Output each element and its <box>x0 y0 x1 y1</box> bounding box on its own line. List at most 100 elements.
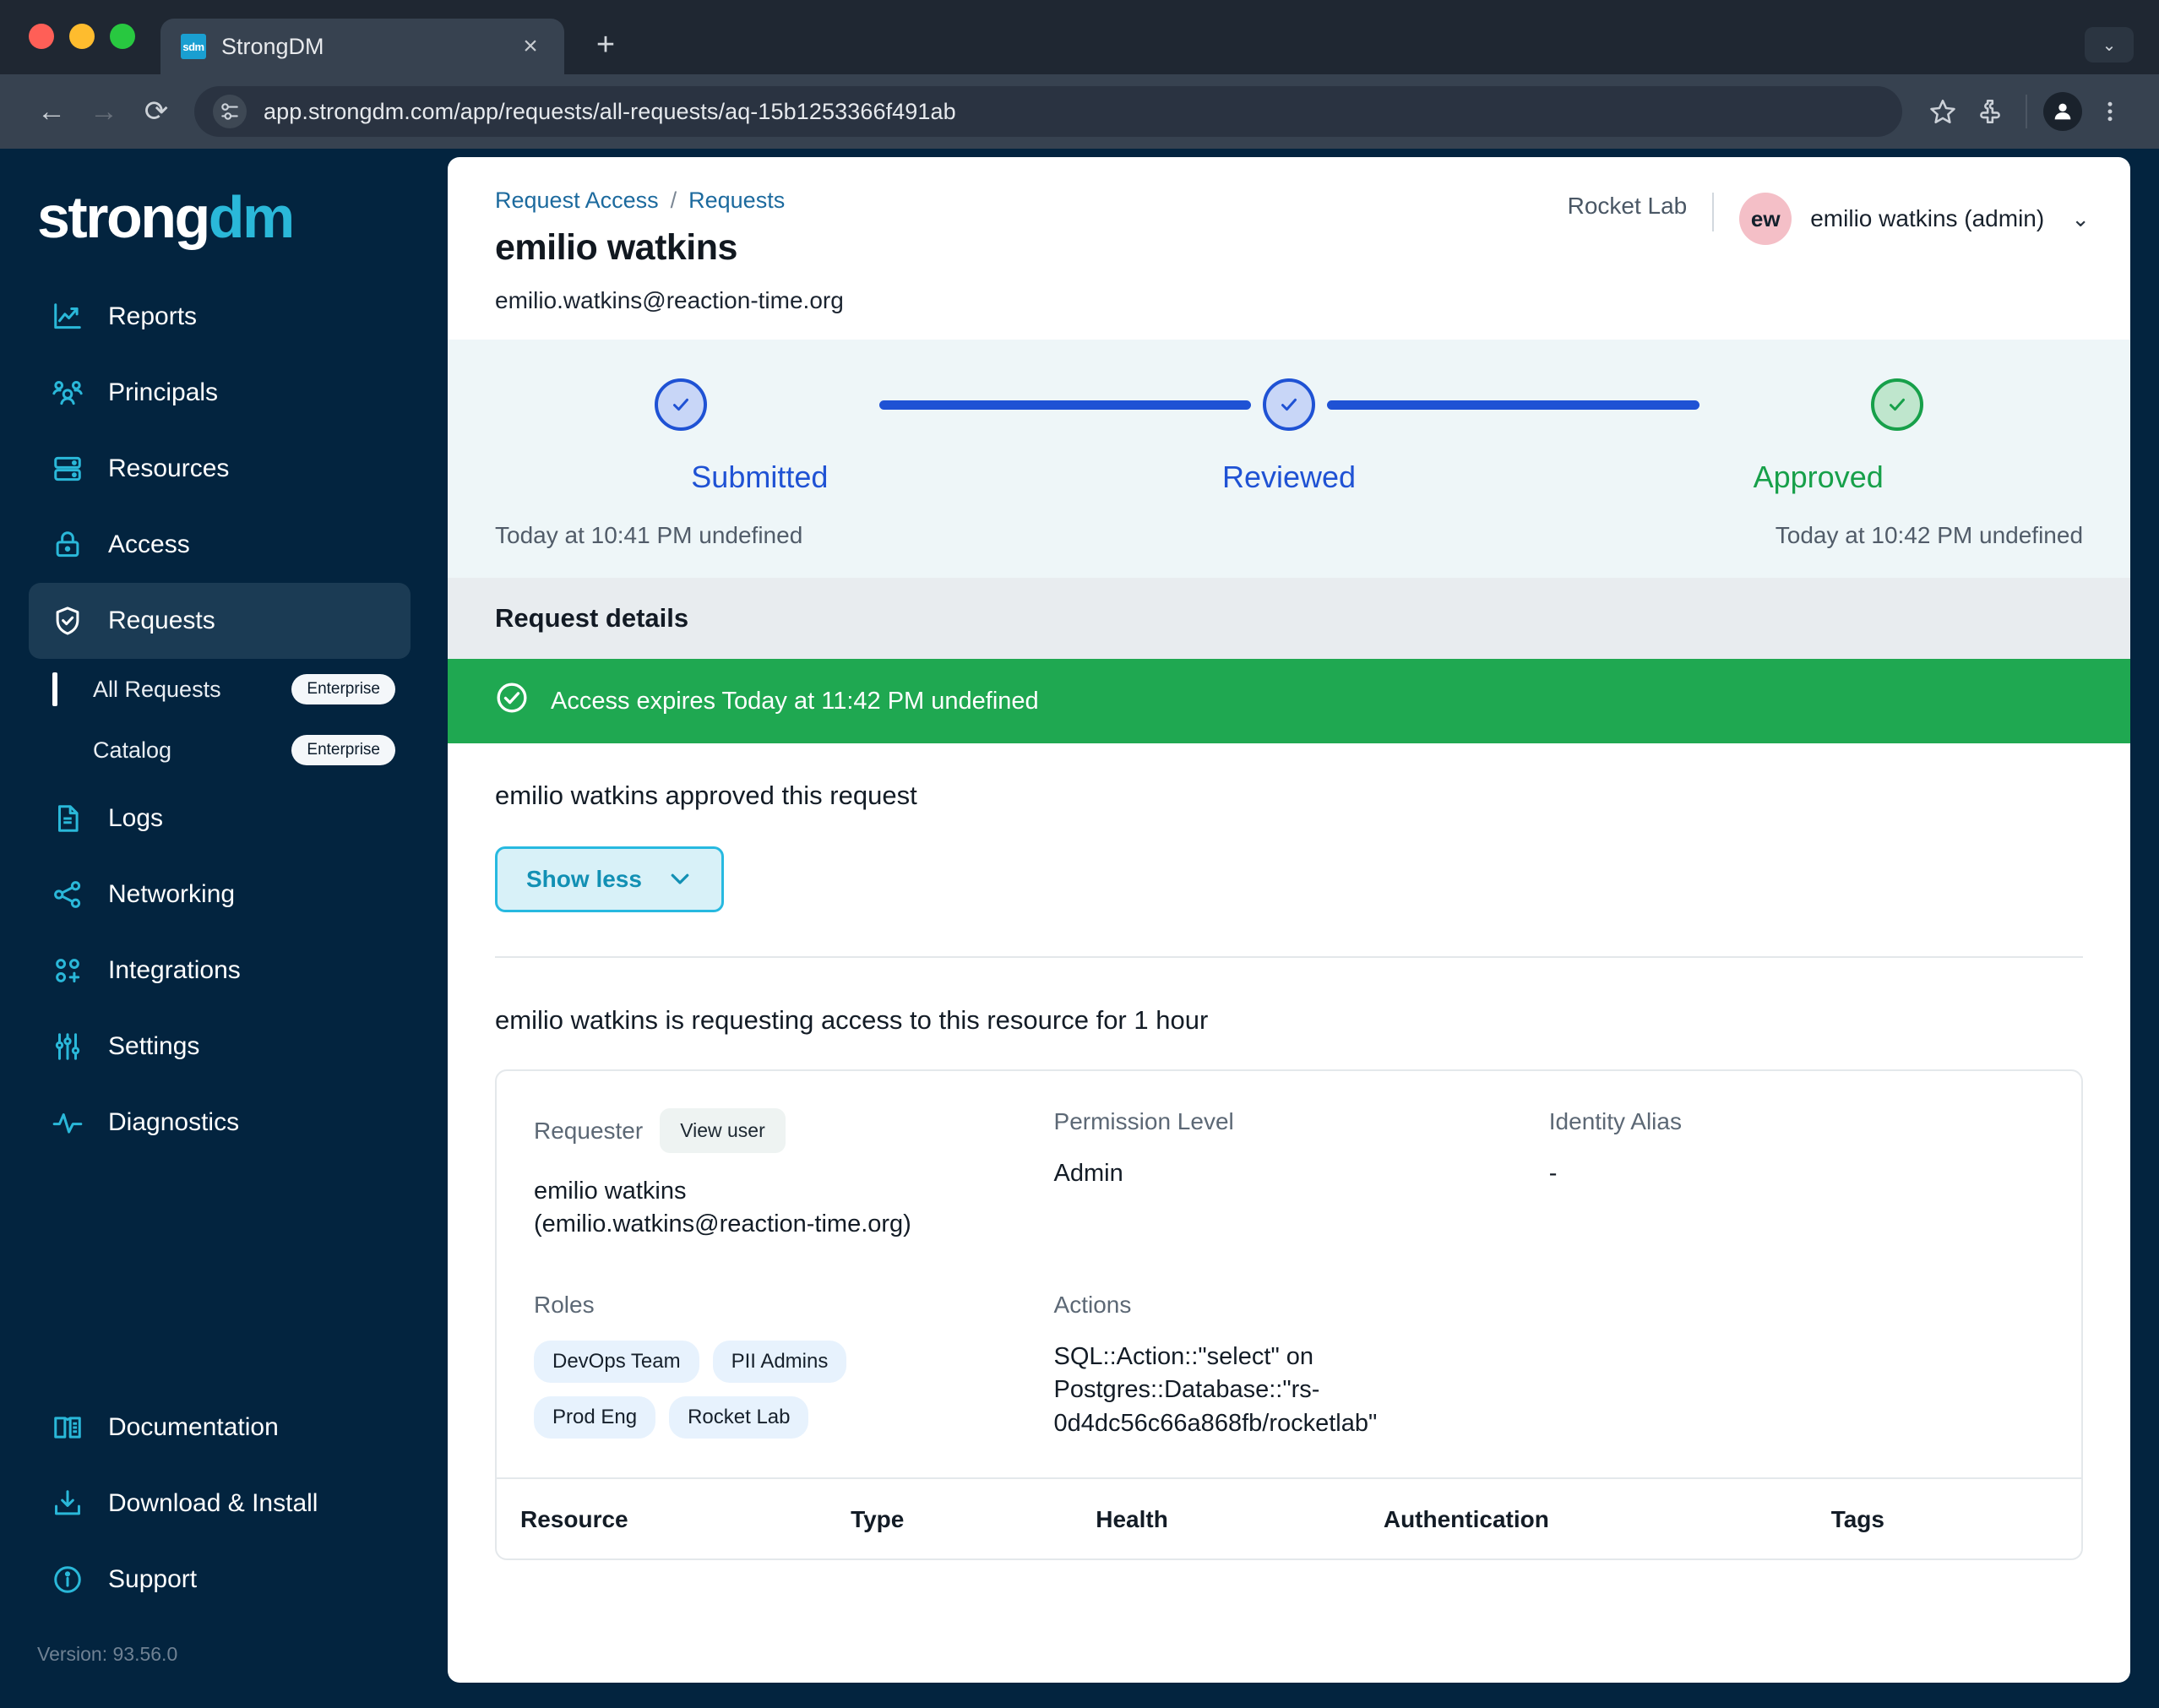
role-pill-list: DevOps Team PII Admins Prod Eng Rocket L… <box>534 1341 973 1439</box>
share-nodes-icon <box>49 878 86 911</box>
close-tab-icon[interactable]: × <box>515 34 546 59</box>
column-header-type[interactable]: Type <box>851 1506 1096 1533</box>
step-connector-2 <box>1327 400 1699 410</box>
sidebar-item-label: Download & Install <box>108 1489 318 1517</box>
sidebar-item-label: Support <box>108 1565 198 1593</box>
permission-level-field: Permission Level Admin <box>1054 1108 1549 1241</box>
page-subtitle-email: emilio.watkins@reaction-time.org <box>495 287 844 313</box>
info-circle-icon <box>49 1564 86 1596</box>
step-circle-submitted <box>655 378 708 431</box>
step-label-approved: Approved <box>1753 460 1884 494</box>
profile-avatar-icon[interactable] <box>2039 88 2086 135</box>
shield-check-icon <box>49 605 86 637</box>
sidebar-item-catalog[interactable]: Catalog Enterprise <box>29 720 411 781</box>
identity-alias-field: Identity Alias - <box>1549 1108 2044 1241</box>
sidebar-item-principals[interactable]: Principals <box>29 355 411 431</box>
actions-value: SQL::Action::"select" on Postgres::Datab… <box>1053 1343 1378 1437</box>
step-label-reviewed: Reviewed <box>1221 460 1357 494</box>
new-tab-button[interactable]: + <box>586 29 625 61</box>
download-icon <box>49 1488 86 1520</box>
tab-list-chevron-down-icon[interactable]: ⌄ <box>2085 27 2134 63</box>
user-menu[interactable]: ew emilio watkins (admin) ⌄ <box>1714 193 2090 245</box>
request-details-body: emilio watkins approved this request Sho… <box>448 743 2130 1569</box>
enterprise-badge: Enterprise <box>291 735 395 765</box>
user-menu-label: emilio watkins (admin) <box>1810 205 2045 231</box>
step-slot-2 <box>1263 378 1315 431</box>
column-header-resource[interactable]: Resource <box>520 1506 851 1533</box>
sidebar-item-label: Requests <box>108 607 215 634</box>
view-user-button[interactable]: View user <box>660 1108 786 1153</box>
role-pill: DevOps Team <box>534 1341 699 1384</box>
actions-field: Actions SQL::Action::"select" on Postgre… <box>1054 1292 1549 1439</box>
chart-line-icon <box>49 301 86 333</box>
breadcrumb: Request Access / Requests <box>495 188 844 214</box>
users-icon <box>49 377 86 409</box>
step-time-approved: Today at 10:42 PM undefined <box>1775 522 2084 548</box>
identity-alias-label: Identity Alias <box>1548 1108 1682 1134</box>
chevron-down-icon[interactable]: ⌄ <box>2071 206 2090 232</box>
sidebar-item-requests[interactable]: Requests <box>29 583 411 659</box>
sidebar-item-reports[interactable]: Reports <box>29 279 411 355</box>
show-less-label: Show less <box>526 866 642 892</box>
forward-icon[interactable]: → <box>78 85 130 138</box>
column-header-health[interactable]: Health <box>1096 1506 1384 1533</box>
back-icon[interactable]: ← <box>25 85 78 138</box>
breadcrumb-current[interactable]: Requests <box>688 188 785 214</box>
sidebar-item-networking[interactable]: Networking <box>29 857 411 933</box>
browser-tab[interactable]: sdm StrongDM × <box>160 19 564 74</box>
sidebar-item-diagnostics[interactable]: Diagnostics <box>29 1085 411 1161</box>
request-stepper: Submitted Reviewed Approved Today at 10:… <box>448 340 2130 578</box>
sidebar-item-integrations[interactable]: Integrations <box>29 933 411 1009</box>
sidebar-item-access[interactable]: Access <box>29 507 411 583</box>
column-header-authentication[interactable]: Authentication <box>1384 1506 1831 1533</box>
url-text: app.strongdm.com/app/requests/all-reques… <box>264 98 956 124</box>
strongdm-logo[interactable]: strongdm <box>0 159 439 279</box>
request-summary: emilio watkins is requesting access to t… <box>495 1005 1209 1035</box>
sidebar-item-label: Settings <box>108 1032 200 1060</box>
request-info-grid: Requester View user emilio watkins (emil… <box>497 1108 2081 1241</box>
step-slot-1 <box>495 378 867 431</box>
sidebar-item-resources[interactable]: Resources <box>29 431 411 507</box>
browser-menu-icon[interactable] <box>2086 88 2134 135</box>
extensions-puzzle-icon[interactable] <box>1966 88 2014 135</box>
sidebar-item-label: Resources <box>108 454 230 482</box>
step-time-reviewed <box>1025 522 1554 549</box>
close-window-button[interactable] <box>29 24 54 49</box>
column-header-tags[interactable]: Tags <box>1831 1506 2044 1533</box>
minimize-window-button[interactable] <box>69 24 95 49</box>
permission-level-value: Admin <box>1053 1160 1123 1187</box>
permission-level-label: Permission Level <box>1053 1108 1234 1134</box>
sidebar-item-documentation[interactable]: Documentation <box>29 1390 411 1466</box>
sidebar-item-download-install[interactable]: Download & Install <box>29 1466 411 1542</box>
active-indicator <box>52 672 57 706</box>
sidebar-item-support[interactable]: Support <box>29 1542 411 1618</box>
section-divider <box>495 956 2083 958</box>
enterprise-badge: Enterprise <box>291 674 395 704</box>
breadcrumb-separator: / <box>670 188 677 213</box>
sidebar-bottom-nav: Documentation Download & Install Support… <box>0 1390 439 1708</box>
sidebar-item-label: Logs <box>108 804 164 832</box>
organization-name: Rocket Lab <box>1567 193 1688 219</box>
check-circle-icon <box>495 681 529 721</box>
content-wrapper: Request Access / Requests emilio watkins… <box>439 149 2159 1708</box>
sidebar-item-logs[interactable]: Logs <box>29 781 411 857</box>
bookmark-star-icon[interactable] <box>1919 88 1966 135</box>
sidebar-item-settings[interactable]: Settings <box>29 1009 411 1085</box>
show-less-button[interactable]: Show less <box>495 846 724 912</box>
avatar: ew <box>1739 193 1792 245</box>
maximize-window-button[interactable] <box>110 24 135 49</box>
window-controls <box>29 24 135 49</box>
breadcrumb-parent[interactable]: Request Access <box>495 188 659 214</box>
toolbar-divider <box>2026 95 2027 128</box>
stepper-labels: Submitted Reviewed Approved <box>495 460 2083 495</box>
address-bar[interactable]: app.strongdm.com/app/requests/all-reques… <box>194 86 1902 137</box>
role-pill: PII Admins <box>712 1341 847 1384</box>
sidebar-nav: Reports Principals Resources Access Requ… <box>0 279 439 1161</box>
site-settings-icon[interactable] <box>213 95 247 128</box>
request-details-header: Request details <box>448 578 2130 659</box>
sidebar-item-all-requests[interactable]: All Requests Enterprise <box>29 659 411 720</box>
reload-icon[interactable]: ⟳ <box>130 85 182 138</box>
logo-text-strong: strong <box>37 184 210 250</box>
stepper-track <box>495 378 2083 431</box>
step-label-submitted: Submitted <box>691 460 829 494</box>
